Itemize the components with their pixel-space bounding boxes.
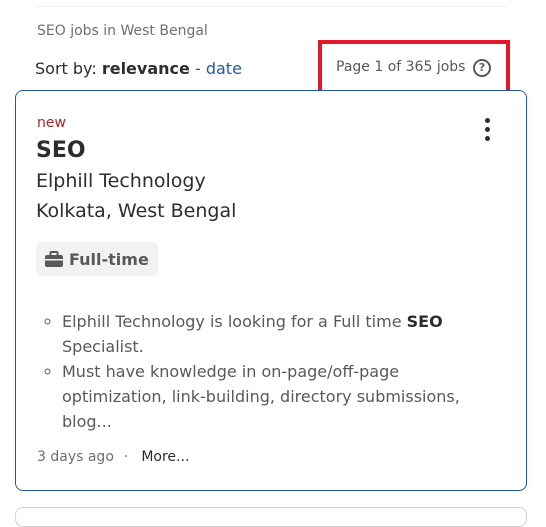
footer-dot: · — [123, 449, 129, 465]
top-divider — [35, 6, 507, 7]
briefcase-icon — [45, 251, 63, 267]
results-heading: SEO jobs in West Bengal — [37, 23, 208, 39]
sort-separator: - — [194, 59, 201, 78]
next-job-card[interactable] — [15, 507, 527, 527]
more-link[interactable]: More... — [141, 449, 189, 465]
more-options-icon[interactable] — [478, 115, 496, 143]
job-location: Kolkata, West Bengal — [36, 200, 237, 222]
sort-label: Sort by: — [35, 59, 97, 78]
snippet-item: Elphill Technology is looking for a Full… — [62, 309, 502, 359]
help-icon[interactable]: ? — [473, 59, 491, 77]
snippet-item: Must have knowledge in on-page/off-page … — [62, 359, 502, 434]
page-count: Page 1 of 365 jobs — [336, 59, 466, 75]
job-card[interactable]: new SEO Elphill Technology Kolkata, West… — [15, 90, 527, 491]
new-badge: new — [37, 115, 66, 131]
job-snippet: Elphill Technology is looking for a Full… — [42, 309, 502, 434]
job-title[interactable]: SEO — [36, 138, 86, 163]
sort-date-link[interactable]: date — [206, 59, 242, 78]
job-type-tag: Full-time — [36, 242, 158, 276]
sort-relevance: relevance — [101, 59, 190, 78]
job-footer: 3 days ago · More... — [37, 449, 189, 465]
job-type-label: Full-time — [69, 249, 149, 269]
company-name: Elphill Technology — [36, 170, 206, 192]
posted-date: 3 days ago — [37, 449, 114, 465]
sort-bar: Sort by: relevance - date — [35, 59, 242, 78]
